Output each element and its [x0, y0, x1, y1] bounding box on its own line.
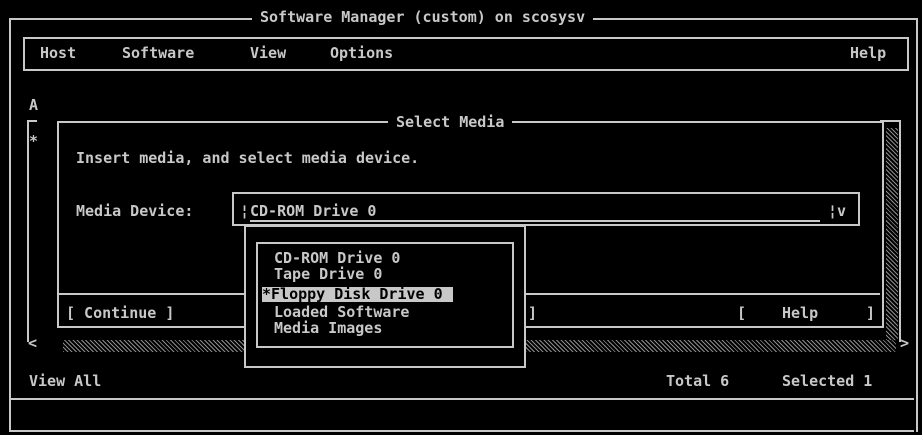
dropdown-option-images[interactable]: Media Images	[274, 321, 382, 336]
dialog-title: Select Media	[388, 113, 513, 131]
field-underline	[250, 220, 820, 222]
dropdown-toggle[interactable]: ¦v	[828, 202, 846, 220]
dropdown-option-loaded[interactable]: Loaded Software	[274, 305, 409, 320]
menu-software[interactable]: Software	[122, 44, 194, 62]
vertical-scrollbar[interactable]	[886, 128, 898, 340]
status-total: Total 6	[666, 372, 730, 390]
scroll-right-arrow[interactable]: >	[900, 334, 909, 352]
dropdown-option-tape[interactable]: Tape Drive 0	[274, 267, 382, 282]
menu-host[interactable]: Host	[40, 44, 76, 62]
help-button-open[interactable]: [	[737, 304, 746, 322]
dropdown-option-floppy-label: Floppy Disk Drive 0	[271, 285, 443, 303]
media-device-label: Media Device:	[76, 202, 194, 220]
dialog-instruction: Insert media, and select media device.	[76, 149, 420, 167]
list-right-line	[899, 120, 901, 342]
dropdown-option-cdrom[interactable]: CD-ROM Drive 0	[274, 251, 400, 266]
media-device-value[interactable]: CD-ROM Drive 0	[250, 202, 376, 220]
column-header: A	[29, 96, 39, 114]
status-selected: Selected 1	[782, 372, 873, 390]
field-left-bracket: ¦	[240, 202, 250, 220]
window-bottom-line	[9, 430, 914, 432]
focus-marker: *	[262, 285, 272, 303]
status-divider	[9, 398, 914, 400]
status-view: View All	[29, 372, 102, 390]
help-button[interactable]: Help	[782, 304, 818, 322]
hidden-button-edge: ]	[528, 304, 538, 322]
menu-options[interactable]: Options	[330, 44, 393, 62]
help-button-close[interactable]: ]	[866, 304, 875, 322]
continue-button[interactable]: [ Continue ]	[66, 304, 174, 322]
window-title: Software Manager (custom) on scosysv	[252, 8, 594, 26]
scroll-left-arrow[interactable]: <	[28, 334, 37, 352]
menu-help[interactable]: Help	[850, 44, 886, 62]
row-marker: *	[29, 132, 39, 150]
list-left-line	[27, 120, 29, 342]
dropdown-option-floppy[interactable]: *Floppy Disk Drive 0	[262, 287, 453, 302]
menu-view[interactable]: View	[250, 44, 286, 62]
